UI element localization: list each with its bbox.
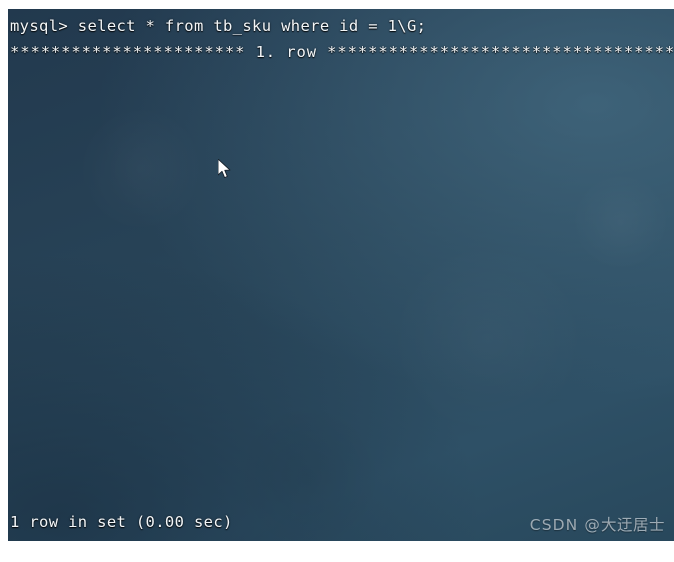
field-row-category-name: category_name: 真皮包 <box>8 352 674 378</box>
mysql-prompt-line: mysql> select * from tb_sku where id = 1… <box>10 17 427 35</box>
mysql-terminal-window[interactable]: mysql> select * from tb_sku where id = 1… <box>8 9 674 541</box>
field-row-brand-name: brand_name: viney <box>8 378 674 404</box>
field-row-comment-num: comment_num: 0 <box>8 457 674 483</box>
watermark-prefix: CSDN @ <box>529 516 601 534</box>
field-row-image: image: https://m.360buyimg.com/mobilecms… <box>8 222 674 248</box>
field-row-images: images: https://m.360buyimg.com/mobilecm… <box>8 248 674 274</box>
screenshot-root: mysql> select * from tb_sku where id = 1… <box>0 0 674 562</box>
field-row-alert-num: alert_num: 100 <box>8 196 674 222</box>
csdn-watermark: CSDN @大迂居士 <box>530 513 665 535</box>
field-row-weight: weight: 10 <box>8 274 674 300</box>
watermark-author: 大迂居士 <box>600 516 665 534</box>
terminal-output: mysql> select * from tb_sku where id = 1… <box>8 9 674 535</box>
row-separator-line: *********************** 1. row *********… <box>10 43 674 62</box>
field-row-create-time: create_time: 2019-05-01 00:00:00 <box>8 300 674 326</box>
field-row-status: status: 1 <box>8 483 674 509</box>
field-row-name: name: 华为Meta1 <box>8 117 674 143</box>
field-row-price: price: 87901 <box>8 143 674 169</box>
field-row-id: id: 1 <box>8 65 674 91</box>
field-row-sale-num: sale_num: 39 <box>8 431 674 457</box>
field-row-spec: spec: 白色1 <box>8 404 674 430</box>
field-row-update-time: update_time: 2019-05-01 00:00:00 <box>8 326 674 352</box>
field-row-num: num: 9961 <box>8 170 674 196</box>
field-row-sn: sn: 100000003145001 <box>8 91 674 117</box>
